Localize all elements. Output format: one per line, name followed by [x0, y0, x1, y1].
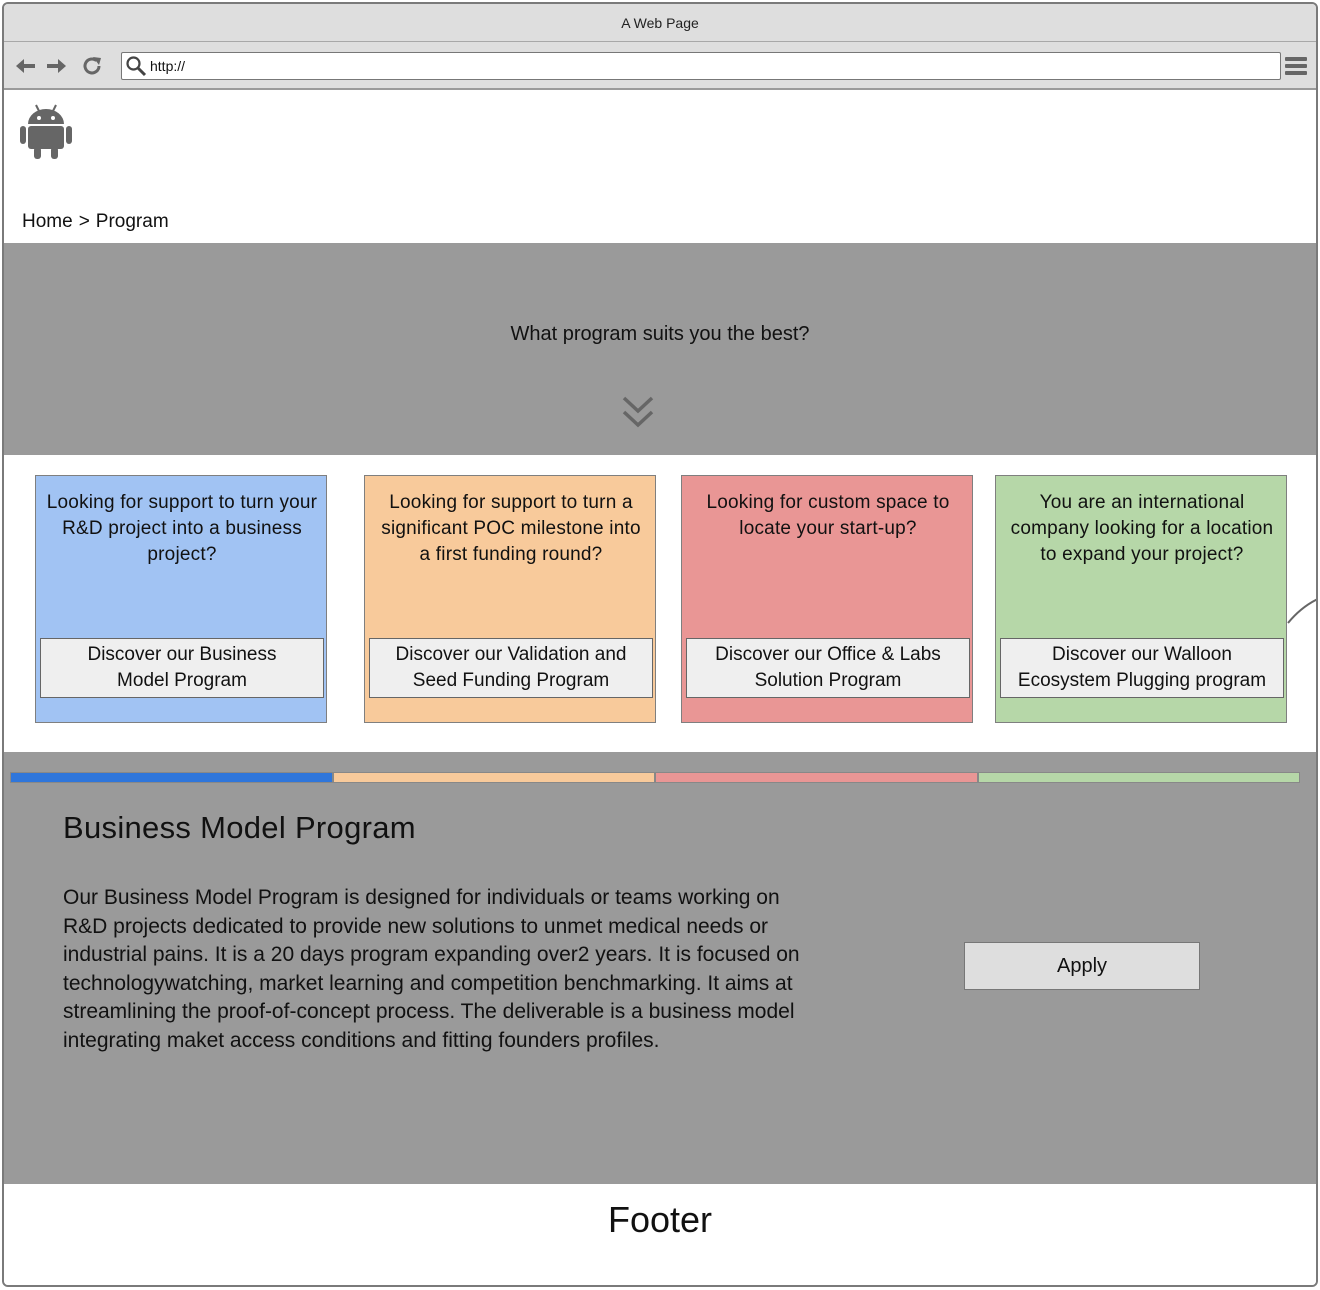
card-question: You are an international company looking… [1010, 492, 1274, 565]
tab-validation-seed[interactable] [332, 772, 655, 783]
discover-validation-seed-button[interactable]: Discover our Validation and Seed Funding… [369, 638, 653, 698]
program-cards: Looking for support to turn your R&D pro… [4, 455, 1316, 752]
address-bar[interactable] [121, 52, 1281, 80]
program-card-walloon-ecosystem: You are an international company looking… [995, 475, 1287, 723]
card-button-label: Discover our Walloon Ecosystem Plugging … [1017, 644, 1267, 691]
browser-toolbar [4, 42, 1316, 90]
discover-walloon-ecosystem-button[interactable]: Discover our Walloon Ecosystem Plugging … [1000, 638, 1284, 698]
hero-title: What program suits you the best? [510, 323, 810, 345]
program-detail-section: Business Model Program Our Business Mode… [4, 752, 1316, 1184]
tab-office-labs[interactable] [655, 772, 978, 783]
double-chevron-down-icon[interactable] [618, 393, 658, 433]
discover-business-model-button[interactable]: Discover our Business Model Program [40, 638, 324, 698]
footer-text: Footer [607, 1199, 713, 1240]
window-title: A Web Page [621, 14, 699, 31]
card-button-label: Discover our Validation and Seed Funding… [395, 644, 627, 691]
card-button-label: Discover our Office & Labs Solution Prog… [715, 644, 941, 691]
hamburger-menu-icon [1285, 57, 1307, 75]
android-logo-icon[interactable] [20, 102, 72, 160]
breadcrumb-current: Program [95, 211, 169, 232]
search-icon [122, 53, 150, 79]
discover-office-labs-button[interactable]: Discover our Office & Labs Solution Prog… [686, 638, 970, 698]
tab-business-model[interactable] [10, 772, 333, 783]
program-description: Our Business Model Program is designed f… [63, 886, 800, 1052]
menu-button[interactable] [1284, 55, 1308, 77]
card-question: Looking for custom space to locate your … [706, 492, 950, 539]
card-question: Looking for support to turn your R&D pro… [46, 492, 318, 565]
connector-line [1287, 598, 1316, 624]
reload-icon [83, 57, 101, 75]
breadcrumb-home-link[interactable]: Home [22, 211, 73, 233]
card-question: Looking for support to turn a significan… [381, 492, 641, 565]
breadcrumb: Home > Program [22, 211, 169, 233]
breadcrumb-separator: > [78, 211, 90, 232]
reload-button[interactable] [80, 54, 104, 78]
back-button[interactable] [14, 54, 38, 78]
program-tab-strip [10, 772, 1300, 783]
program-card-validation-seed: Looking for support to turn a significan… [364, 475, 656, 723]
card-button-label: Discover our Business Model Program [87, 644, 277, 691]
arrow-left-icon [16, 59, 35, 73]
hero-section: What program suits you the best? [4, 243, 1316, 455]
apply-button[interactable]: Apply [964, 942, 1200, 990]
footer: Footer [4, 1184, 1316, 1285]
program-card-office-labs: Looking for custom space to locate your … [681, 475, 973, 723]
tab-walloon-ecosystem[interactable] [977, 772, 1300, 783]
url-input[interactable] [150, 58, 1250, 74]
browser-window: A Web Page http:// Home > Program What p… [2, 2, 1318, 1287]
program-title: Business Model Program [63, 810, 416, 845]
program-card-business-model: Looking for support to turn your R&D pro… [35, 475, 327, 723]
forward-button[interactable] [44, 54, 68, 78]
arrow-right-icon [47, 59, 66, 73]
window-titlebar: A Web Page [4, 4, 1316, 42]
